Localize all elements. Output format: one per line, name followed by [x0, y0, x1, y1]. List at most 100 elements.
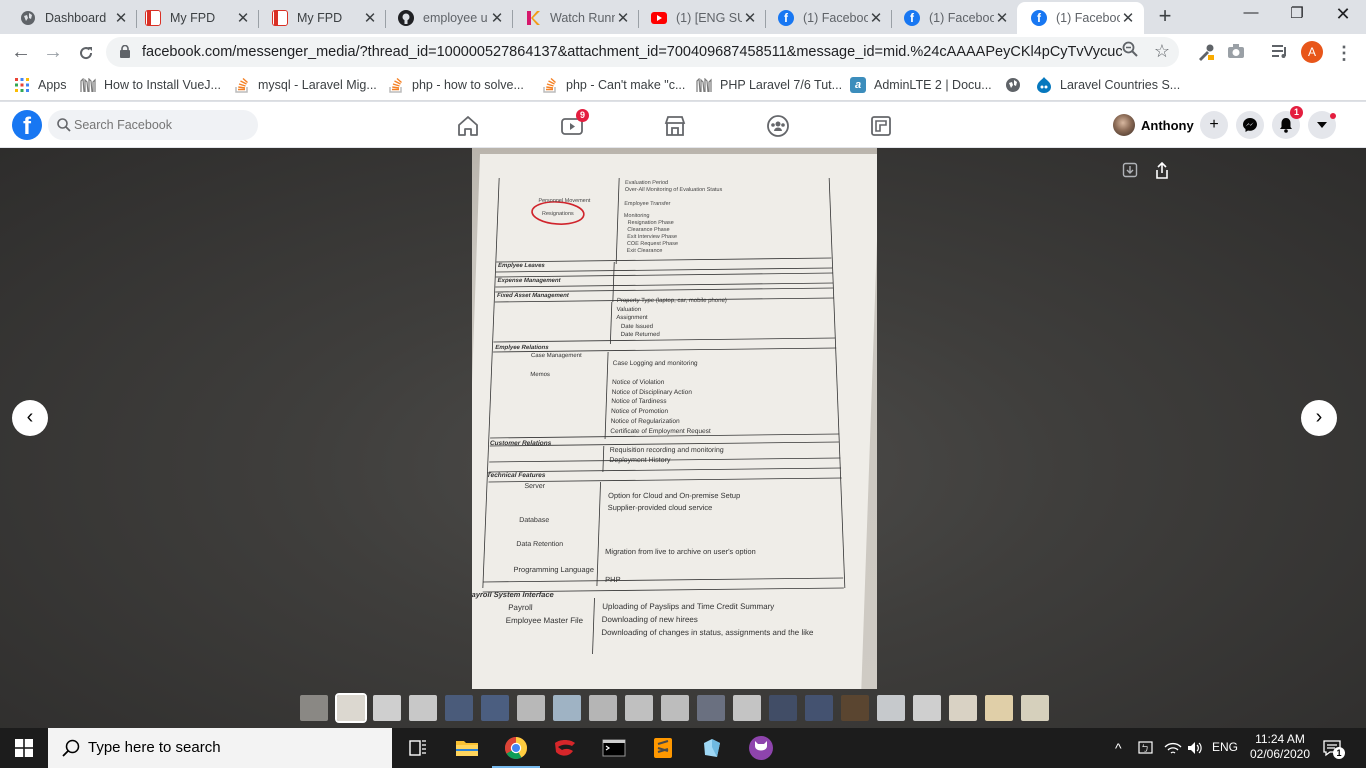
thumbnail[interactable]: [985, 695, 1013, 721]
app-cube-button[interactable]: [697, 733, 727, 763]
media-queue-icon[interactable]: [1270, 43, 1290, 63]
bookmark-star-icon[interactable]: ☆: [1152, 41, 1172, 61]
chrome-profile-avatar[interactable]: A: [1301, 41, 1323, 63]
close-icon[interactable]: ✕: [742, 9, 758, 27]
task-view-button[interactable]: [403, 733, 433, 763]
tab-my-fpd-2[interactable]: My FPD ✕: [258, 2, 386, 34]
tab-youtube[interactable]: (1) [ENG SU ✕: [637, 2, 766, 34]
forward-button[interactable]: →: [41, 41, 65, 65]
reload-button[interactable]: [74, 41, 98, 65]
purple-app-button[interactable]: [746, 733, 776, 763]
facebook-logo[interactable]: f: [12, 110, 42, 140]
chevron-up-icon[interactable]: ^: [1115, 740, 1122, 756]
bookmark-php-solve[interactable]: php - how to solve...: [388, 77, 524, 93]
action-center-button[interactable]: 1: [1322, 738, 1345, 761]
thumbnail[interactable]: [553, 695, 581, 721]
thumbnail[interactable]: [589, 695, 617, 721]
close-icon[interactable]: ✕: [489, 9, 505, 27]
file-explorer-button[interactable]: [452, 733, 482, 763]
bookmark-vuejs[interactable]: How to Install VueJ...: [80, 77, 221, 93]
volume-icon[interactable]: [1187, 740, 1205, 759]
nav-gaming[interactable]: [869, 114, 893, 138]
maximize-button[interactable]: ❐: [1274, 4, 1320, 26]
share-icon[interactable]: [1152, 161, 1172, 182]
nav-watch[interactable]: 9: [560, 109, 589, 138]
thumbnail[interactable]: [481, 695, 509, 721]
thumbnail[interactable]: [769, 695, 797, 721]
nav-marketplace[interactable]: [663, 114, 687, 138]
close-icon[interactable]: ✕: [615, 9, 631, 27]
tab-facebook-1[interactable]: f (1) Faceboo ✕: [764, 2, 892, 34]
tab-github[interactable]: employee u ✕: [384, 2, 513, 34]
thumbnail[interactable]: [625, 695, 653, 721]
new-tab-button[interactable]: +: [1154, 4, 1176, 30]
thumbnail[interactable]: [841, 695, 869, 721]
input-method-icon[interactable]: ㄅ: [1138, 740, 1156, 759]
gaming-app-button[interactable]: [550, 733, 580, 763]
thumbnail[interactable]: [949, 695, 977, 721]
close-icon[interactable]: ✕: [235, 9, 251, 27]
bookmark-adminlte[interactable]: a AdminLTE 2 | Docu...: [850, 77, 992, 93]
nav-home[interactable]: [456, 114, 480, 138]
profile-link[interactable]: Anthony: [1113, 114, 1194, 136]
thumbnail-selected[interactable]: [335, 693, 367, 723]
search-input[interactable]: [74, 110, 249, 140]
thumbnail[interactable]: [805, 695, 833, 721]
minimize-button[interactable]: —: [1228, 4, 1274, 26]
clock[interactable]: 11:24 AM 02/06/2020: [1241, 732, 1319, 762]
thumbnail[interactable]: [300, 695, 328, 721]
nav-groups[interactable]: [766, 114, 790, 138]
close-window-button[interactable]: ✕: [1320, 4, 1366, 26]
close-icon[interactable]: ✕: [994, 9, 1010, 27]
bookmark-laravel-countries[interactable]: Laravel Countries S...: [1036, 77, 1180, 93]
tab-dashboard[interactable]: Dashboard ✕: [6, 2, 137, 34]
doc-employee-master-file: Employee Master File: [505, 616, 584, 625]
thumbnail[interactable]: [517, 695, 545, 721]
doc-line: Downloading of changes in status, assign…: [601, 628, 814, 637]
camera-extension-icon[interactable]: [1226, 43, 1246, 63]
fullscreen-icon[interactable]: [1120, 162, 1140, 182]
tab-watch-running[interactable]: Watch Runn ✕: [511, 2, 639, 34]
back-button[interactable]: ←: [9, 41, 33, 65]
thumbnail[interactable]: [733, 695, 761, 721]
messenger-button[interactable]: [1236, 111, 1264, 139]
bookmark-globe[interactable]: [1005, 77, 1029, 93]
bookmark-laravel-migration[interactable]: mysql - Laravel Mig...: [234, 77, 377, 93]
next-photo-button[interactable]: ›: [1301, 400, 1337, 436]
terminal-button[interactable]: [599, 733, 629, 763]
previous-photo-button[interactable]: ‹: [12, 400, 48, 436]
bookmark-php-cant-make[interactable]: php - Can't make "c...: [542, 77, 685, 93]
sublime-text-button[interactable]: [648, 733, 678, 763]
bookmark-apps[interactable]: Apps: [14, 77, 67, 93]
thumbnail[interactable]: [1021, 695, 1049, 721]
close-icon[interactable]: ✕: [113, 9, 129, 27]
notifications-button[interactable]: 1: [1272, 106, 1303, 139]
tab-my-fpd-1[interactable]: My FPD ✕: [131, 2, 259, 34]
extension-eyedropper-icon[interactable]: [1196, 43, 1216, 63]
wifi-icon[interactable]: [1164, 740, 1182, 759]
close-icon[interactable]: ✕: [362, 9, 378, 27]
close-icon[interactable]: ✕: [1120, 9, 1136, 27]
thumbnail[interactable]: [913, 695, 941, 721]
start-button[interactable]: [0, 728, 48, 768]
tab-facebook-2[interactable]: f (1) Faceboo ✕: [890, 2, 1018, 34]
taskbar-search[interactable]: Type here to search: [48, 728, 392, 768]
close-icon[interactable]: ✕: [868, 9, 884, 27]
chrome-taskbar-button[interactable]: [492, 733, 540, 768]
language-indicator[interactable]: ENG: [1212, 740, 1238, 754]
doc-line: Supplier-provided cloud service: [607, 503, 713, 512]
bookmark-php-laravel-tut[interactable]: PHP Laravel 7/6 Tut...: [696, 77, 842, 93]
thumbnail[interactable]: [697, 695, 725, 721]
thumbnail[interactable]: [409, 695, 437, 721]
chrome-menu-icon[interactable]: ⋮: [1334, 43, 1354, 63]
account-menu-button[interactable]: [1308, 111, 1336, 139]
thumbnail[interactable]: [445, 695, 473, 721]
thumbnail[interactable]: [877, 695, 905, 721]
thumbnail[interactable]: [661, 695, 689, 721]
create-button[interactable]: +: [1200, 111, 1228, 139]
zoom-icon[interactable]: [1120, 41, 1140, 61]
thumbnail[interactable]: [373, 695, 401, 721]
facebook-search[interactable]: [48, 110, 258, 140]
address-bar[interactable]: facebook.com/messenger_media/?thread_id=…: [106, 37, 1179, 67]
tab-facebook-active[interactable]: f (1) Faceboo ✕: [1017, 2, 1144, 34]
